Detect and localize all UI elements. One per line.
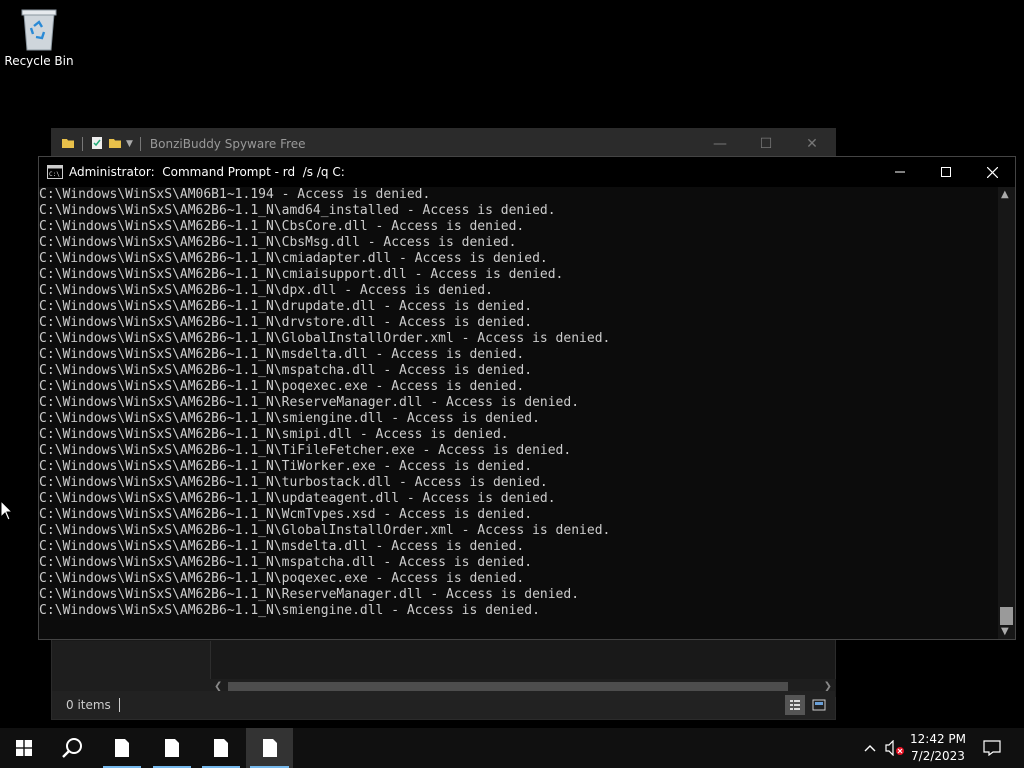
console-line: C:\Windows\WinSxS\AM62B6~1.1_N\dpx.dll -… bbox=[39, 283, 493, 298]
cmd-maximize-button[interactable] bbox=[923, 157, 969, 187]
console-line: C:\Windows\WinSxS\AM62B6~1.1_N\CbsCore.d… bbox=[39, 219, 525, 234]
scroll-down-icon[interactable]: ▼ bbox=[1001, 626, 1009, 637]
svg-text:C:\: C:\ bbox=[49, 171, 60, 178]
console-line: C:\Windows\WinSxS\AM62B6~1.1_N\smiengine… bbox=[39, 411, 540, 426]
console-line: C:\Windows\WinSxS\AM06B1~1.194 - Access … bbox=[39, 187, 431, 202]
taskbar-app-1[interactable] bbox=[99, 728, 145, 768]
scroll-up-icon[interactable]: ▲ bbox=[1001, 189, 1009, 200]
console-line: C:\Windows\WinSxS\AM62B6~1.1_N\updateage… bbox=[39, 491, 556, 506]
file-icon bbox=[115, 739, 129, 757]
console-line: C:\Windows\WinSxS\AM62B6~1.1_N\cmiadapte… bbox=[39, 251, 548, 266]
volume-muted-icon bbox=[885, 740, 904, 756]
console-line: C:\Windows\WinSxS\AM62B6~1.1_N\smipi.dll… bbox=[39, 427, 509, 442]
show-hidden-icons-button[interactable] bbox=[858, 728, 882, 768]
console-line: C:\Windows\WinSxS\AM62B6~1.1_N\GlobalIns… bbox=[39, 523, 611, 538]
console-line: C:\Windows\WinSxS\AM62B6~1.1_N\WcmTvpes.… bbox=[39, 507, 533, 522]
console-line: C:\Windows\WinSxS\AM62B6~1.1_N\ReserveMa… bbox=[39, 587, 580, 602]
chevron-down-icon[interactable]: ▼ bbox=[126, 139, 133, 149]
console-line: C:\Windows\WinSxS\AM62B6~1.1_N\GlobalIns… bbox=[39, 331, 611, 346]
status-bar: 0 items bbox=[52, 691, 835, 719]
console-line: C:\Windows\WinSxS\AM62B6~1.1_N\cmiaisupp… bbox=[39, 267, 564, 282]
file-icon bbox=[214, 739, 228, 757]
clock-time: 12:42 PM bbox=[910, 732, 966, 746]
taskbar-app-4[interactable] bbox=[246, 728, 293, 768]
cmd-close-button[interactable] bbox=[969, 157, 1015, 187]
chevron-up-icon bbox=[864, 745, 876, 752]
desktop-icon-label: Recycle Bin bbox=[4, 54, 74, 68]
search-button[interactable] bbox=[48, 728, 96, 768]
new-folder-icon[interactable] bbox=[108, 135, 122, 154]
console-line: C:\Windows\WinSxS\AM62B6~1.1_N\amd64_ins… bbox=[39, 203, 556, 218]
search-icon bbox=[62, 738, 82, 758]
vertical-scrollbar[interactable]: ▲ ▼ bbox=[998, 187, 1015, 639]
console-output[interactable]: C:\Windows\WinSxS\AM06B1~1.194 - Access … bbox=[39, 187, 998, 639]
console-line: C:\Windows\WinSxS\AM62B6~1.1_N\poqexec.e… bbox=[39, 571, 525, 586]
console-line: C:\Windows\WinSxS\AM62B6~1.1_N\msdelta.d… bbox=[39, 347, 525, 362]
console-line: C:\Windows\WinSxS\AM62B6~1.1_N\msdelta.d… bbox=[39, 539, 525, 554]
taskbar-app-2[interactable] bbox=[149, 728, 195, 768]
status-divider bbox=[118, 698, 120, 712]
notification-icon bbox=[983, 740, 1001, 756]
taskbar: 12:42 PM 7/2/2023 bbox=[0, 728, 1024, 768]
view-buttons bbox=[785, 695, 829, 715]
console-line: C:\Windows\WinSxS\AM62B6~1.1_N\mspatcha.… bbox=[39, 555, 533, 570]
quick-access-toolbar: ▼ bbox=[61, 135, 144, 154]
explorer-titlebar[interactable]: ▼ BonziBuddy Spyware Free — ☐ ✕ bbox=[52, 129, 835, 159]
maximize-button[interactable]: ☐ bbox=[743, 129, 789, 159]
file-icon bbox=[165, 739, 179, 757]
windows-logo-icon bbox=[16, 740, 32, 756]
folder-icon bbox=[61, 135, 75, 154]
cmd-minimize-button[interactable] bbox=[877, 157, 923, 187]
console-line: C:\Windows\WinSxS\AM62B6~1.1_N\turbostac… bbox=[39, 475, 548, 490]
console-line: C:\Windows\WinSxS\AM62B6~1.1_N\ReserveMa… bbox=[39, 395, 580, 410]
clock[interactable]: 12:42 PM 7/2/2023 bbox=[906, 731, 970, 765]
scrollbar-thumb[interactable] bbox=[1000, 607, 1013, 625]
console-line: C:\Windows\WinSxS\AM62B6~1.1_N\TiWorker.… bbox=[39, 459, 533, 474]
desktop-icon-recycle-bin[interactable]: Recycle Bin bbox=[2, 6, 76, 76]
file-icon bbox=[262, 739, 277, 757]
mouse-cursor-icon bbox=[0, 500, 14, 521]
properties-icon[interactable] bbox=[90, 135, 104, 154]
console-line: C:\Windows\WinSxS\AM62B6~1.1_N\drupdate.… bbox=[39, 299, 533, 314]
action-center-button[interactable] bbox=[970, 728, 1014, 768]
console-line: C:\Windows\WinSxS\AM62B6~1.1_N\poqexec.e… bbox=[39, 379, 525, 394]
cmd-titlebar[interactable]: C:\ Administrator: Command Prompt - rd /… bbox=[39, 157, 1015, 187]
large-icons-view-icon[interactable] bbox=[809, 695, 829, 715]
console-line: C:\Windows\WinSxS\AM62B6~1.1_N\mspatcha.… bbox=[39, 363, 533, 378]
details-view-icon[interactable] bbox=[785, 695, 805, 715]
console-line: C:\Windows\WinSxS\AM62B6~1.1_N\drvstore.… bbox=[39, 315, 533, 330]
taskbar-app-3[interactable] bbox=[198, 728, 244, 768]
volume-button[interactable] bbox=[882, 728, 908, 768]
explorer-title: BonziBuddy Spyware Free bbox=[149, 137, 306, 151]
start-button[interactable] bbox=[0, 728, 48, 768]
recycle-bin-icon bbox=[21, 9, 57, 51]
command-prompt-window[interactable]: C:\ Administrator: Command Prompt - rd /… bbox=[38, 156, 1016, 640]
item-count: 0 items bbox=[66, 698, 111, 712]
console-line: C:\Windows\WinSxS\AM62B6~1.1_N\smiengine… bbox=[39, 603, 540, 618]
console-line: C:\Windows\WinSxS\AM62B6~1.1_N\CbsMsg.dl… bbox=[39, 235, 517, 250]
cmd-title: Administrator: Command Prompt - rd /s /q… bbox=[69, 165, 345, 179]
clock-date: 7/2/2023 bbox=[911, 749, 965, 763]
console-line: C:\Windows\WinSxS\AM62B6~1.1_N\TiFileFet… bbox=[39, 443, 572, 458]
minimize-button[interactable]: — bbox=[697, 129, 743, 159]
close-button[interactable]: ✕ bbox=[789, 129, 835, 159]
cmd-icon: C:\ bbox=[47, 165, 63, 179]
